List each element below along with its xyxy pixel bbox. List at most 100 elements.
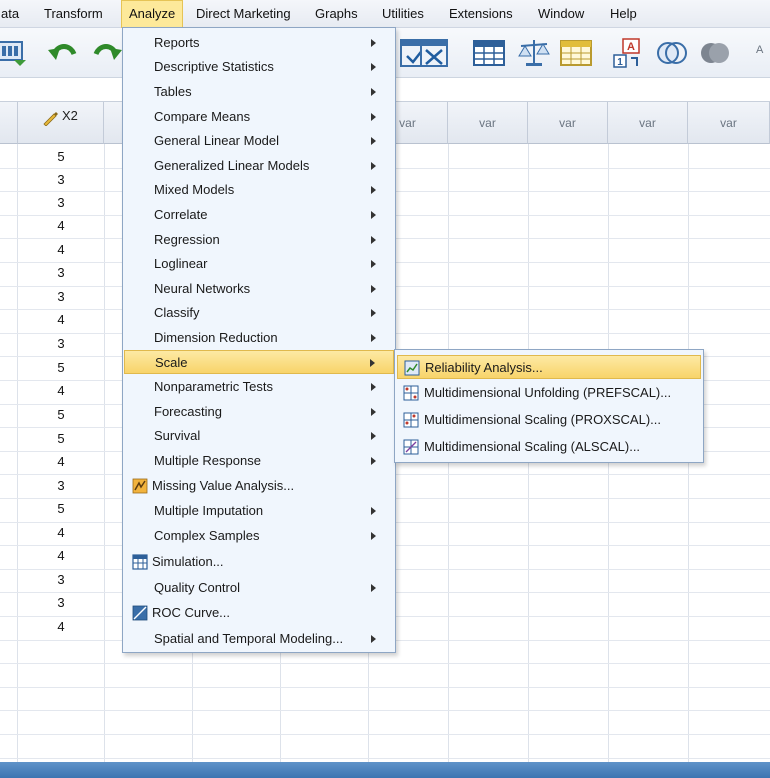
submenu-arrow-icon	[371, 584, 376, 592]
table-cell[interactable]: 4	[18, 521, 104, 544]
menu-item-missing-value-analysis[interactable]: Missing Value Analysis...	[124, 474, 394, 498]
menu-item-scale[interactable]: Scale	[124, 350, 394, 374]
menu-item-descriptive-statistics[interactable]: Descriptive Statistics	[124, 55, 394, 79]
split-file-icon[interactable]	[559, 36, 593, 70]
proxscal-icon	[403, 412, 419, 428]
table-cell[interactable]: 5	[18, 497, 104, 520]
menu-item-generalized-linear-models[interactable]: Generalized Linear Models	[124, 154, 394, 178]
toolbar-overflow-icon[interactable]: A	[756, 44, 763, 56]
menu-utilities[interactable]: Utilities	[375, 0, 431, 28]
variables-icon[interactable]	[472, 36, 506, 70]
table-cell[interactable]: 3	[18, 168, 104, 191]
table-cell[interactable]: 4	[18, 544, 104, 567]
var-header-label: var	[639, 116, 656, 130]
menu-item-loglinear[interactable]: Loglinear	[124, 252, 394, 276]
column-header-var[interactable]: var	[688, 102, 770, 144]
menu-item-mixed-models[interactable]: Mixed Models	[124, 178, 394, 202]
menu-window[interactable]: Window	[531, 0, 591, 28]
table-cell[interactable]: 5	[18, 403, 104, 426]
menu-item-spatial-temporal-modeling[interactable]: Spatial and Temporal Modeling...	[124, 627, 394, 651]
spelling-icon[interactable]	[698, 36, 732, 70]
table-cell[interactable]: 5	[18, 427, 104, 450]
undo-icon[interactable]	[46, 36, 80, 70]
submenu-arrow-icon	[371, 260, 376, 268]
submenu-item-proxscal[interactable]: Multidimensional Scaling (PROXSCAL)...	[397, 408, 701, 432]
menu-item-label: Missing Value Analysis...	[152, 478, 295, 493]
column-header-x2[interactable]: X2	[18, 102, 104, 144]
menu-data[interactable]: ata	[0, 0, 26, 28]
table-cell[interactable]: 3	[18, 191, 104, 214]
menu-item-label: Correlate	[154, 207, 208, 222]
submenu-arrow-icon	[371, 88, 376, 96]
menu-item-simulation[interactable]: Simulation...	[124, 550, 394, 574]
menu-graphs[interactable]: Graphs	[308, 0, 365, 28]
menu-help[interactable]: Help	[603, 0, 644, 28]
table-cell[interactable]: 4	[18, 238, 104, 261]
submenu-arrow-icon	[371, 285, 376, 293]
submenu-item-reliability-analysis[interactable]: Reliability Analysis...	[397, 355, 701, 379]
table-cell[interactable]: 4	[18, 214, 104, 237]
goto-variable-icon[interactable]	[418, 36, 452, 70]
menu-item-label: Nonparametric Tests	[154, 379, 273, 394]
menu-item-tables[interactable]: Tables	[124, 80, 394, 104]
menu-direct-marketing[interactable]: Direct Marketing	[189, 0, 298, 28]
redo-icon[interactable]	[90, 36, 124, 70]
submenu-arrow-icon	[371, 457, 376, 465]
menu-item-label: Multiple Imputation	[154, 503, 264, 518]
menu-item-multiple-response[interactable]: Multiple Response	[124, 449, 394, 473]
submenu-item-alscal[interactable]: Multidimensional Scaling (ALSCAL)...	[397, 435, 701, 459]
menu-item-survival[interactable]: Survival	[124, 424, 394, 448]
submenu-item-prefscal[interactable]: Multidimensional Unfolding (PREFSCAL)...	[397, 381, 701, 405]
value-labels-icon[interactable]: A 1	[611, 36, 645, 70]
menu-item-quality-control[interactable]: Quality Control	[124, 576, 394, 600]
menu-item-correlate[interactable]: Correlate	[124, 203, 394, 227]
table-cell[interactable]: 3	[18, 568, 104, 591]
menu-item-forecasting[interactable]: Forecasting	[124, 400, 394, 424]
open-data-icon[interactable]	[0, 36, 28, 70]
submenu-arrow-icon	[371, 383, 376, 391]
table-cell[interactable]: 4	[18, 450, 104, 473]
table-cell[interactable]: 4	[18, 615, 104, 638]
column-header-var[interactable]: var	[448, 102, 528, 144]
table-cell[interactable]: 3	[18, 261, 104, 284]
table-cell[interactable]: 4	[18, 308, 104, 331]
table-cell[interactable]: 4	[18, 379, 104, 402]
svg-text:1: 1	[617, 57, 623, 68]
menu-transform[interactable]: Transform	[37, 0, 110, 28]
menu-item-reports[interactable]: Reports	[124, 31, 394, 55]
submenu-arrow-icon	[371, 236, 376, 244]
menu-item-label: Quality Control	[154, 580, 240, 595]
menu-item-nonparametric-tests[interactable]: Nonparametric Tests	[124, 375, 394, 399]
menu-item-classify[interactable]: Classify	[124, 301, 394, 325]
use-sets-icon[interactable]	[655, 36, 689, 70]
menu-item-regression[interactable]: Regression	[124, 228, 394, 252]
column-header-var[interactable]: var	[528, 102, 608, 144]
submenu-item-label: Multidimensional Unfolding (PREFSCAL)...	[424, 385, 672, 400]
submenu-arrow-icon	[371, 635, 376, 643]
submenu-arrow-icon	[371, 334, 376, 342]
menu-item-multiple-imputation[interactable]: Multiple Imputation	[124, 499, 394, 523]
table-cell[interactable]: 3	[18, 591, 104, 614]
x2-header-label: X2	[62, 108, 78, 123]
menu-item-neural-networks[interactable]: Neural Networks	[124, 277, 394, 301]
table-cell[interactable]: 3	[18, 474, 104, 497]
submenu-arrow-icon	[371, 211, 376, 219]
menu-item-label: Spatial and Temporal Modeling...	[154, 631, 344, 646]
menu-item-dimension-reduction[interactable]: Dimension Reduction	[124, 326, 394, 350]
scale-submenu: Reliability Analysis... Multidimensional…	[394, 349, 704, 463]
menu-extensions[interactable]: Extensions	[442, 0, 520, 28]
menu-item-roc-curve[interactable]: ROC Curve...	[124, 601, 394, 625]
column-header-var[interactable]: var	[608, 102, 688, 144]
menu-item-label: Simulation...	[152, 554, 224, 569]
menu-item-general-linear-model[interactable]: General Linear Model	[124, 129, 394, 153]
table-cell[interactable]: 5	[18, 145, 104, 168]
weight-cases-icon[interactable]	[517, 36, 551, 70]
table-cell[interactable]: 5	[18, 356, 104, 379]
table-cell[interactable]: 3	[18, 285, 104, 308]
menu-item-complex-samples[interactable]: Complex Samples	[124, 524, 394, 548]
menu-item-compare-means[interactable]: Compare Means	[124, 105, 394, 129]
table-cell[interactable]: 3	[18, 332, 104, 355]
grid-row-line	[0, 663, 770, 665]
submenu-arrow-icon	[371, 39, 376, 47]
menu-analyze[interactable]: Analyze	[121, 0, 184, 28]
